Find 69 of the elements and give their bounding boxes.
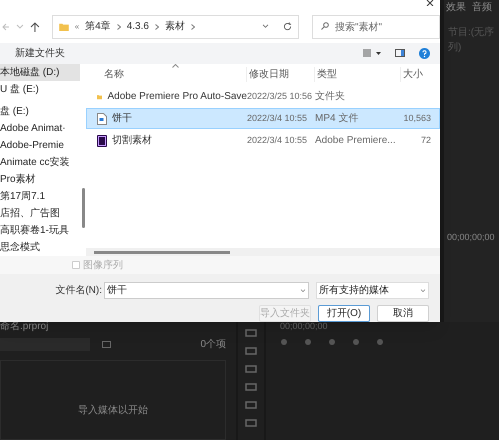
item-count: 0个项 bbox=[200, 338, 227, 352]
search-field[interactable]: 搜索"素材" bbox=[312, 15, 440, 40]
breadcrumb-item[interactable]: 素材 bbox=[164, 19, 185, 34]
sidebar-item[interactable]: Adobe Animat· bbox=[0, 120, 80, 138]
chevron-right-icon[interactable] bbox=[116, 24, 121, 30]
close-icon[interactable] bbox=[426, 0, 434, 6]
sidebar-item[interactable]: 店招、广告图 bbox=[0, 205, 80, 222]
search-icon bbox=[321, 22, 329, 30]
panel-title: 命名.prproj bbox=[0, 322, 50, 334]
dialog-button[interactable]: 打开(O) bbox=[318, 305, 370, 322]
sidebar-item[interactable]: Adobe-Premie bbox=[0, 137, 80, 154]
timecode: 00;00;00;00 bbox=[446, 230, 496, 244]
date-cell: 2022/3/25 10:56 bbox=[247, 91, 312, 102]
horizontal-scrollbar[interactable] bbox=[94, 250, 230, 254]
back-icon[interactable] bbox=[2, 22, 10, 31]
chevron-right-icon[interactable] bbox=[154, 24, 159, 30]
breadcrumb-item[interactable]: 第4章 bbox=[85, 19, 111, 34]
checkbox-label: 图像序列 bbox=[83, 258, 123, 273]
size-cell-text: 10,563 bbox=[403, 112, 431, 125]
empty-hint: 导入媒体以开始 bbox=[78, 404, 148, 418]
breadcrumb-item[interactable]: 4.3.6 bbox=[126, 19, 149, 34]
file-row[interactable]: 切割素材 2022/3/4 10:55 Adobe Premiere... 72 bbox=[86, 130, 440, 152]
chevron-down-icon[interactable] bbox=[262, 24, 269, 30]
column-header[interactable]: 名称 bbox=[86, 66, 246, 82]
type-cell: Adobe Premiere... bbox=[315, 135, 396, 146]
type-cell: 文件夹 bbox=[315, 91, 345, 102]
refresh-icon[interactable] bbox=[283, 22, 292, 32]
file-name: Adobe Premiere Pro Auto-Save bbox=[107, 90, 247, 104]
video-file-icon bbox=[97, 112, 107, 125]
preview-pane-icon[interactable] bbox=[395, 49, 405, 58]
dialog-button[interactable]: 取消 bbox=[377, 305, 429, 322]
chevron-down-icon[interactable] bbox=[300, 288, 306, 293]
column-header[interactable]: 大小 bbox=[400, 66, 432, 82]
caret-icon[interactable] bbox=[376, 52, 381, 55]
column-header[interactable]: 修改日期 bbox=[246, 66, 314, 82]
sidebar-item[interactable]: 高职赛卷1-玩具 bbox=[0, 222, 80, 240]
new-folder-button[interactable]: 新建文件夹 bbox=[15, 46, 65, 61]
overflow-mark[interactable]: « bbox=[74, 20, 80, 33]
date-cell: 2022/3/4 10:55 bbox=[247, 135, 308, 146]
up-icon[interactable] bbox=[30, 22, 40, 32]
chevron-down-icon bbox=[420, 288, 426, 293]
file-name-field[interactable]: 饼干 bbox=[104, 282, 309, 300]
timecode: 00;00;00;00 bbox=[279, 322, 329, 333]
column-header[interactable]: 类型 bbox=[314, 66, 400, 82]
file-name: 饼干 bbox=[112, 112, 132, 126]
scrollbar[interactable] bbox=[82, 188, 84, 228]
view-list-icon[interactable] bbox=[363, 49, 371, 58]
date-cell: 2022/3/4 10:55 bbox=[247, 113, 308, 124]
file-row[interactable]: 饼干 2022/3/4 10:55 MP4 文件 10,563 bbox=[86, 108, 440, 130]
field-label: 文件名(N): bbox=[55, 284, 102, 298]
sidebar-item[interactable]: 本地磁盘 (D:) bbox=[0, 64, 80, 82]
sort-caret-icon bbox=[172, 64, 179, 68]
filter-select[interactable]: 所有支持的媒体 bbox=[316, 282, 429, 300]
file-row[interactable]: Adobe Premiere Pro Auto-Save2022/3/25 10:56 文件夹 bbox=[86, 86, 440, 108]
chevron-right-icon[interactable] bbox=[190, 24, 195, 30]
sidebar-item[interactable]: 盘 (E:) bbox=[0, 103, 80, 120]
type-cell: MP4 文件 bbox=[315, 113, 358, 124]
sidebar-item[interactable]: Pro素材 bbox=[0, 171, 80, 188]
address-bar[interactable]: « 第4章 4.3.6 素材 bbox=[52, 14, 299, 39]
sidebar-item[interactable]: 思念模式 bbox=[0, 239, 80, 256]
sidebar-item[interactable]: Animate cc安装 bbox=[0, 154, 80, 172]
file-name: 切割素材 bbox=[112, 134, 152, 148]
size-cell-text: 72 bbox=[420, 134, 431, 147]
sidebar-item[interactable]: 第17周7.1 bbox=[0, 188, 80, 206]
project-file-icon bbox=[97, 134, 107, 147]
panel-tab[interactable]: 效果 bbox=[446, 0, 466, 13]
panel-tab[interactable]: 音频 bbox=[472, 0, 492, 13]
help-icon[interactable] bbox=[419, 48, 430, 59]
sidebar-item[interactable]: U 盘 (E:) bbox=[0, 81, 80, 98]
